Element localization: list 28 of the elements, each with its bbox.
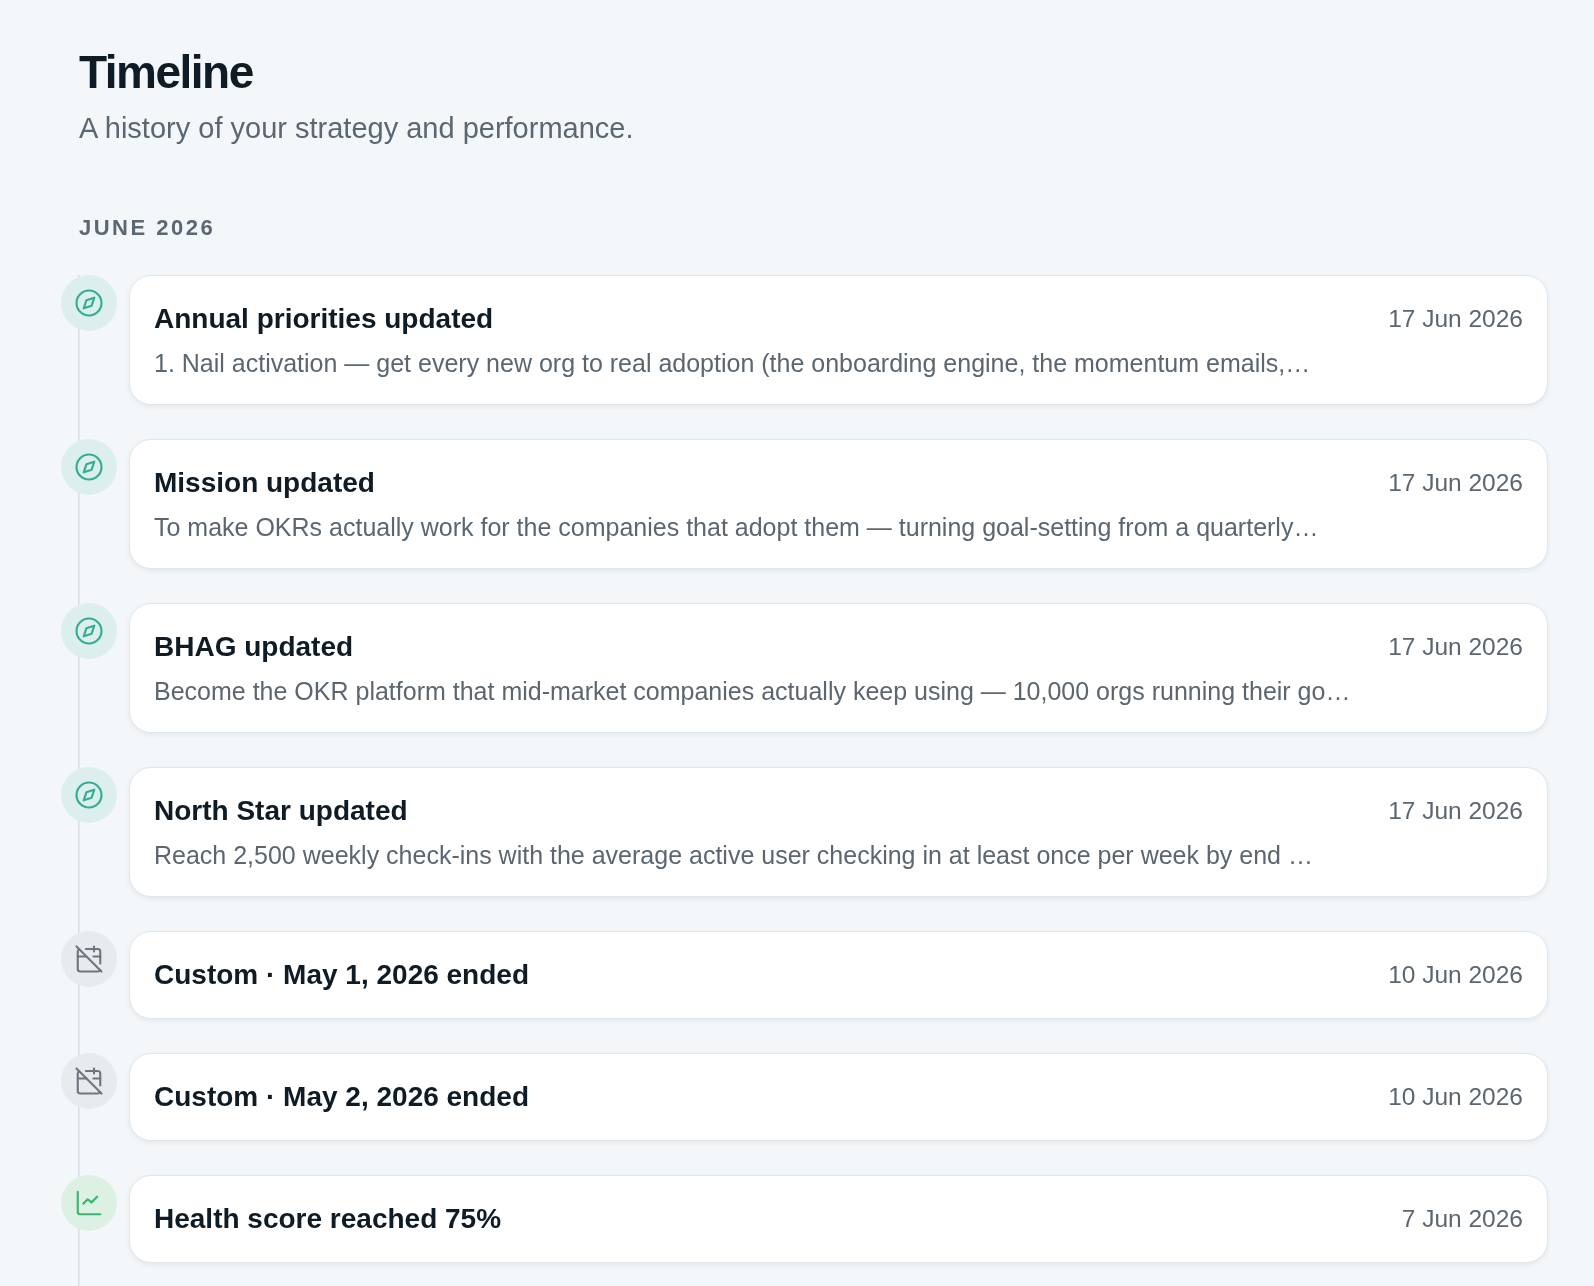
event-description: Become the OKR platform that mid-market companies actually keep using — 10,000 orgs running their go… <box>154 676 1351 707</box>
page-title: Timeline <box>79 46 253 98</box>
event-title: Custom · May 1, 2026 ended <box>154 958 529 992</box>
event-description: To make OKRs actually work for the companies that adopt them — turning goal-setting from a quarterly… <box>154 512 1319 543</box>
section-heading: JUNE 2026 <box>79 214 216 242</box>
page-subtitle: A history of your strategy and performance. <box>79 111 634 146</box>
event-title: Annual priorities updated <box>154 302 494 336</box>
calendar-off-icon <box>61 931 117 987</box>
event-title: Mission updated <box>154 466 375 500</box>
event-date: 10 Jun 2026 <box>1388 1082 1523 1112</box>
compass-icon <box>61 603 117 659</box>
event-date: 17 Jun 2026 <box>1388 796 1523 826</box>
event-description: Reach 2,500 weekly check-ins with the average active user checking in at least once per week by end … <box>154 840 1313 871</box>
calendar-off-icon <box>61 1053 117 1109</box>
compass-icon <box>61 767 117 823</box>
event-title: Custom · May 2, 2026 ended <box>154 1080 529 1114</box>
event-title: BHAG updated <box>154 630 354 664</box>
event-title: Health score reached 75% <box>154 1202 502 1236</box>
event-description: 1. Nail activation — get every new org to real adoption (the onboarding engine, the momentum emails,… <box>154 348 1311 379</box>
event-date: 17 Jun 2026 <box>1388 468 1523 498</box>
event-date: 7 Jun 2026 <box>1401 1204 1523 1234</box>
compass-icon <box>61 275 117 331</box>
event-date: 10 Jun 2026 <box>1388 960 1523 990</box>
event-date: 17 Jun 2026 <box>1388 632 1523 662</box>
line-chart-icon <box>61 1175 117 1231</box>
compass-icon <box>61 439 117 495</box>
event-title: North Star updated <box>154 794 408 828</box>
event-date: 17 Jun 2026 <box>1388 304 1523 334</box>
